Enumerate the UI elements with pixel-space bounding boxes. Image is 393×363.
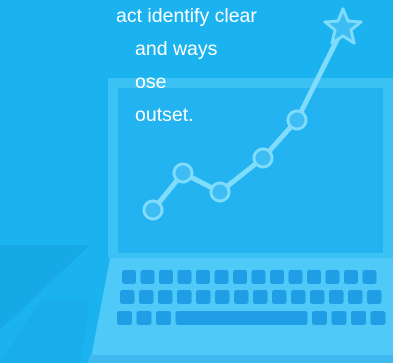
keyboard-key <box>177 290 192 304</box>
keyboard-key <box>233 270 247 284</box>
keyboard-key <box>272 290 287 304</box>
keyboard-key <box>177 270 192 284</box>
keyboard-key <box>136 311 152 325</box>
keyboard-key <box>312 311 327 325</box>
chart-point <box>286 109 308 131</box>
keyboard-key <box>270 270 284 284</box>
keyboard-key <box>139 290 154 304</box>
keyboard-key <box>325 270 340 284</box>
keyboard-key <box>362 270 377 284</box>
keyboard-key <box>140 270 155 284</box>
intro-text-line-4: outset. <box>135 104 194 126</box>
keyboard-key <box>288 270 303 284</box>
keyboard-key <box>253 290 268 304</box>
chart-point <box>172 162 194 184</box>
intro-text-line-1: act identify clear <box>116 5 257 27</box>
keyboard-key <box>215 290 230 304</box>
intro-text-line-2: and ways <box>135 38 218 60</box>
keyboard-key <box>196 290 211 304</box>
keyboard-key <box>307 270 321 284</box>
keyboard-key <box>331 311 347 325</box>
keyboard-key <box>122 270 136 284</box>
keyboard-key <box>329 290 344 304</box>
chart-point <box>209 181 231 203</box>
keyboard-key <box>156 311 171 325</box>
keyboard-key <box>120 290 135 304</box>
keyboard-key <box>159 270 173 284</box>
keyboard-key <box>348 290 363 304</box>
keyboard-key <box>367 290 382 304</box>
intro-text-line-3: ose <box>135 71 167 93</box>
keyboard-key <box>251 270 266 284</box>
chart-point <box>252 147 274 169</box>
keyboard-deck-edge <box>88 355 393 363</box>
keyboard-key <box>196 270 210 284</box>
keyboard-key <box>310 290 325 304</box>
keyboard-key <box>158 290 173 304</box>
keyboard-key <box>344 270 358 284</box>
keyboard-key <box>351 311 366 325</box>
keyboard-key <box>234 290 249 304</box>
keyboard-key <box>291 290 306 304</box>
keyboard-key <box>117 311 132 325</box>
hero-illustration: act identify clear and ways ose outset. <box>0 0 393 363</box>
spacebar-key <box>175 311 308 325</box>
chart-point <box>142 199 164 221</box>
keyboard-key <box>214 270 229 284</box>
keyboard-key <box>370 311 386 325</box>
